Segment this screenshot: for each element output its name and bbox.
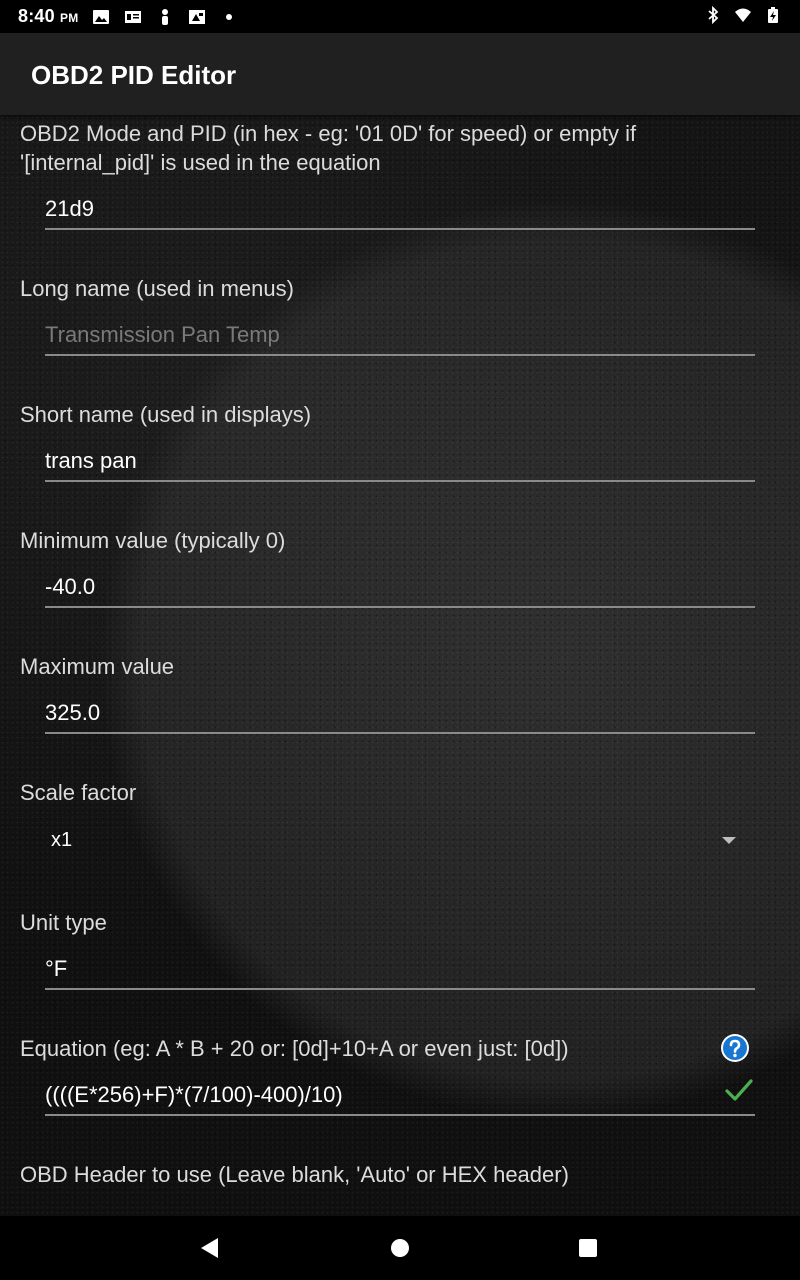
status-bar: 8:40 PM: [0, 0, 800, 33]
system-status-icons: [704, 6, 782, 24]
gallery-notification-icon: [189, 9, 206, 24]
dropdown-arrow-icon: [722, 837, 736, 844]
status-time: 8:40 PM: [18, 6, 78, 27]
pid-label: OBD2 Mode and PID (in hex - eg: '01 0D' …: [20, 121, 637, 175]
short-name-input[interactable]: trans pan: [45, 434, 755, 482]
recents-icon[interactable]: [574, 1234, 602, 1262]
pid-input-value: 21d9: [45, 196, 94, 221]
max-value-input-value: 325.0: [45, 700, 101, 725]
scale-factor-label: Scale factor: [20, 780, 137, 805]
equation-label: Equation (eg: A * B + 20 or: [0d]+10+A o…: [20, 1036, 569, 1061]
short-name-input-value: trans pan: [45, 448, 137, 473]
image-notification-icon: [93, 9, 110, 24]
app-bar: OBD2 PID Editor: [0, 33, 800, 115]
bluetooth-icon: [708, 6, 719, 24]
scale-factor-selected: x1: [51, 829, 73, 851]
help-icon[interactable]: [720, 1033, 750, 1063]
page-title: OBD2 PID Editor: [31, 60, 237, 90]
pid-editor-form: OBD2 Mode and PID (in hex - eg: '01 0D' …: [0, 115, 800, 1215]
pid-input[interactable]: 21d9: [45, 182, 755, 230]
max-value-input[interactable]: 325.0: [45, 686, 755, 734]
notification-icons: [92, 8, 238, 26]
checkmark-valid-icon: [725, 1079, 753, 1101]
equation-input[interactable]: ((((E*256)+F)*(7/100)-400)/10): [45, 1068, 755, 1116]
scale-factor-select[interactable]: x1: [20, 815, 755, 867]
news-notification-icon: [125, 10, 142, 23]
max-value-label: Maximum value: [20, 654, 175, 679]
long-name-label: Long name (used in menus): [20, 276, 294, 301]
unit-type-input[interactable]: °F: [45, 942, 755, 990]
long-name-placeholder: Transmission Pan Temp: [45, 322, 280, 347]
min-value-input[interactable]: -40.0: [45, 560, 755, 608]
long-name-input[interactable]: Transmission Pan Temp: [45, 308, 755, 356]
battery-icon: [768, 7, 778, 23]
min-value-input-value: -40.0: [45, 574, 96, 599]
more-notifications-dot-icon: [226, 13, 233, 20]
obd-header-label: OBD Header to use (Leave blank, 'Auto' o…: [20, 1162, 569, 1187]
wifi-icon: [735, 8, 751, 22]
equation-input-value: ((((E*256)+F)*(7/100)-400)/10): [45, 1082, 343, 1107]
min-value-label: Minimum value (typically 0): [20, 528, 286, 553]
status-time-ampm: PM: [60, 11, 79, 25]
short-name-label: Short name (used in displays): [20, 402, 312, 427]
navigation-bar: [0, 1216, 800, 1280]
status-time-value: 8:40: [18, 6, 55, 26]
person-notification-icon: [162, 8, 169, 25]
home-icon[interactable]: [386, 1234, 414, 1262]
unit-type-input-value: °F: [45, 956, 68, 981]
unit-type-label: Unit type: [20, 910, 107, 935]
back-icon[interactable]: [196, 1234, 224, 1262]
